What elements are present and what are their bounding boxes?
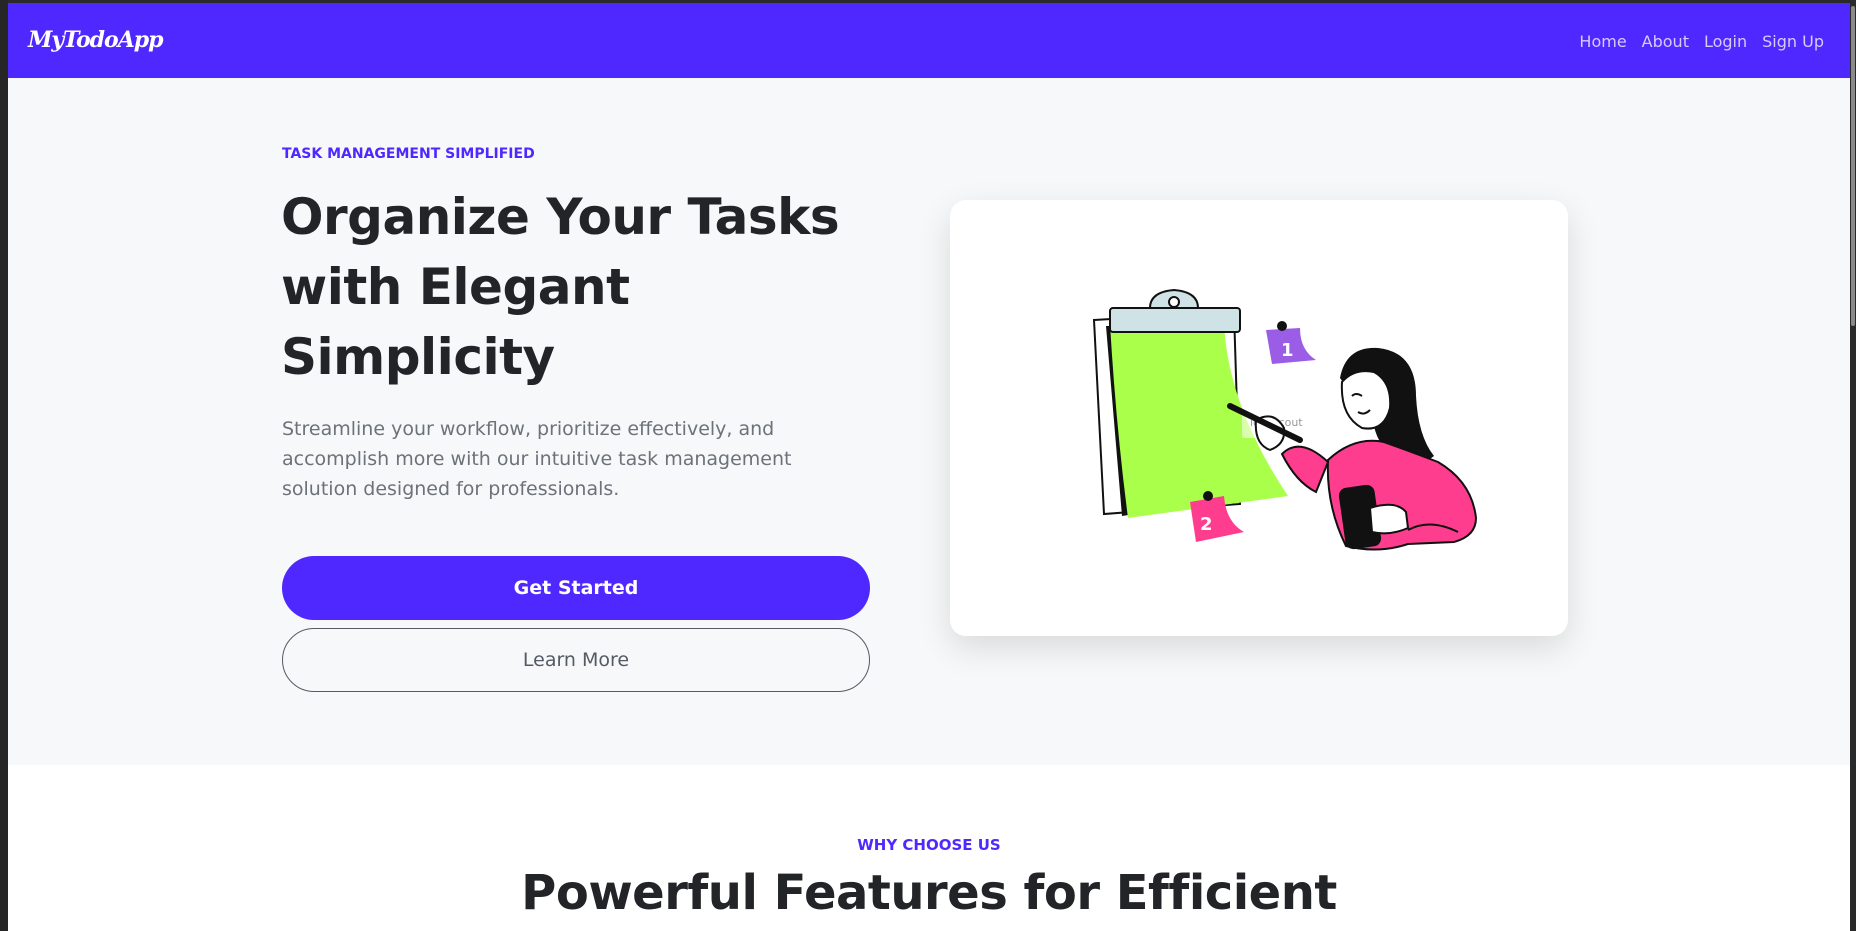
nav-links: Home About Login Sign Up — [1579, 32, 1824, 51]
hero-eyebrow: TASK MANAGEMENT SIMPLIFIED — [282, 146, 535, 162]
page-viewport: MyTodoApp Home About Login Sign Up TASK … — [8, 3, 1850, 931]
get-started-button[interactable]: Get Started — [282, 556, 870, 620]
note-1-label: 1 — [1281, 340, 1294, 361]
learn-more-button[interactable]: Learn More — [282, 628, 870, 692]
features-eyebrow: WHY CHOOSE US — [857, 836, 1001, 854]
nav-link-login[interactable]: Login — [1704, 32, 1747, 51]
features-title: Powerful Features for Efficient — [521, 865, 1337, 921]
scrollbar-thumb[interactable] — [1851, 6, 1855, 326]
hero-section: TASK MANAGEMENT SIMPLIFIED Organize Your… — [8, 78, 1850, 765]
hero-image-card: 1 2 iconscout — [950, 200, 1568, 636]
hero-title: Organize Your Tasks with Elegant Simplic… — [281, 188, 840, 386]
nav-link-signup[interactable]: Sign Up — [1762, 32, 1824, 51]
window-frame-left — [0, 0, 8, 931]
navbar: MyTodoApp Home About Login Sign Up — [8, 3, 1850, 78]
note-2-label: 2 — [1200, 514, 1213, 535]
clipboard-person-illustration-icon: 1 2 iconscout — [1092, 288, 1478, 551]
nav-link-home[interactable]: Home — [1579, 32, 1626, 51]
nav-link-about[interactable]: About — [1642, 32, 1689, 51]
hero-lead: Streamline your workflow, prioritize eff… — [282, 418, 792, 500]
features-section: WHY CHOOSE US Powerful Features for Effi… — [8, 765, 1850, 931]
brand-logo[interactable]: MyTodoApp — [28, 27, 164, 53]
